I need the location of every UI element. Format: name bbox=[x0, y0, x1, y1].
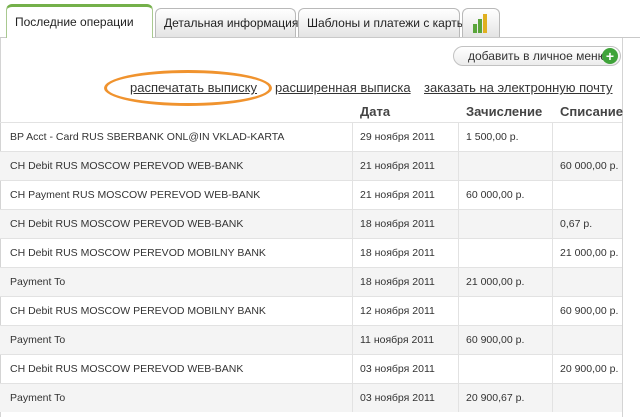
cell-date: 11 ноября 2011 bbox=[360, 334, 435, 346]
column-divider bbox=[552, 239, 553, 267]
cell-date: 21 ноября 2011 bbox=[360, 160, 435, 172]
tab-templates-payments[interactable]: Шаблоны и платежи с карты bbox=[298, 8, 465, 37]
column-divider bbox=[352, 268, 353, 296]
table-row[interactable]: Payment To 03 ноября 2011 20 900,67 р. bbox=[0, 383, 622, 412]
column-divider bbox=[552, 297, 553, 325]
column-divider bbox=[458, 152, 459, 180]
cell-description: BP Acct - Card RUS SBERBANK ONL@IN VKLAD… bbox=[10, 131, 285, 143]
column-divider bbox=[552, 326, 553, 354]
panel-right-border bbox=[622, 38, 623, 417]
column-divider bbox=[352, 297, 353, 325]
add-to-personal-menu-button[interactable]: добавить в личное меню + bbox=[453, 46, 621, 66]
column-divider bbox=[552, 384, 553, 412]
cell-date: 21 ноября 2011 bbox=[360, 189, 435, 201]
column-header-debit: Списание bbox=[560, 104, 623, 119]
table-row[interactable]: CH Debit RUS MOSCOW PEREVOD MOBILNY BANK… bbox=[0, 238, 622, 267]
cell-credit: 1 500,00 р. bbox=[466, 131, 519, 143]
column-divider bbox=[352, 355, 353, 383]
cell-description: CH Payment RUS MOSCOW PEREVOD WEB-BANK bbox=[10, 189, 261, 201]
column-divider bbox=[458, 355, 459, 383]
cell-description: Payment To bbox=[10, 392, 66, 404]
column-divider bbox=[552, 355, 553, 383]
table-row[interactable]: Payment To 11 ноября 2011 60 900,00 р. bbox=[0, 325, 622, 354]
table-row[interactable]: CH Debit RUS MOSCOW PEREVOD MOBILNY BANK… bbox=[0, 296, 622, 325]
cell-date: 18 ноября 2011 bbox=[360, 218, 435, 230]
column-divider bbox=[458, 123, 459, 151]
tab-strip: Последние операции Детальная информация … bbox=[0, 0, 640, 38]
cell-date: 18 ноября 2011 bbox=[360, 276, 435, 288]
column-divider bbox=[458, 181, 459, 209]
column-divider bbox=[552, 181, 553, 209]
table-row[interactable]: CH Debit RUS MOSCOW PEREVOD WEB-BANK 03 н… bbox=[0, 354, 622, 383]
cell-description: Payment To bbox=[10, 334, 66, 346]
column-divider bbox=[552, 268, 553, 296]
column-divider bbox=[458, 239, 459, 267]
cell-date: 12 ноября 2011 bbox=[360, 305, 435, 317]
table-row[interactable]: CH Debit RUS MOSCOW PEREVOD WEB-BANK 18 н… bbox=[0, 209, 622, 238]
bar-chart-icon bbox=[473, 13, 491, 33]
cell-debit: 60 900,00 р. bbox=[560, 305, 619, 317]
tab-recent-operations[interactable]: Последние операции bbox=[6, 4, 153, 38]
column-divider bbox=[552, 152, 553, 180]
column-header-credit: Зачисление bbox=[466, 104, 543, 119]
order-email-link[interactable]: заказать на электронную почту bbox=[424, 80, 613, 95]
cell-debit: 0,67 р. bbox=[560, 218, 593, 230]
cell-credit: 21 000,00 р. bbox=[466, 276, 525, 288]
cell-date: 18 ноября 2011 bbox=[360, 247, 435, 259]
column-divider bbox=[352, 123, 353, 151]
table-row[interactable]: Payment To 18 ноября 2011 21 000,00 р. bbox=[0, 267, 622, 296]
table-row[interactable]: CH Payment RUS MOSCOW PEREVOD WEB-BANK 21… bbox=[0, 180, 622, 209]
cell-description: CH Debit RUS MOSCOW PEREVOD WEB-BANK bbox=[10, 363, 244, 375]
column-header-date: Дата bbox=[360, 104, 391, 119]
cell-debit: 21 000,00 р. bbox=[560, 247, 619, 259]
add-button-label: добавить в личное меню bbox=[468, 49, 607, 63]
column-divider bbox=[458, 384, 459, 412]
table-row[interactable]: BP Acct - Card RUS SBERBANK ONL@IN VKLAD… bbox=[0, 122, 622, 151]
cell-date: 29 ноября 2011 bbox=[360, 131, 435, 143]
column-divider bbox=[458, 297, 459, 325]
cell-description: CH Debit RUS MOSCOW PEREVOD WEB-BANK bbox=[10, 218, 244, 230]
column-divider bbox=[352, 326, 353, 354]
cell-credit: 60 900,00 р. bbox=[466, 334, 525, 346]
cell-debit: 20 900,00 р. bbox=[560, 363, 619, 375]
cell-credit: 60 000,00 р. bbox=[466, 189, 525, 201]
print-statement-link[interactable]: распечатать выписку bbox=[130, 80, 257, 95]
tab-chart[interactable] bbox=[462, 8, 500, 37]
column-divider bbox=[352, 210, 353, 238]
column-divider bbox=[458, 326, 459, 354]
table-row[interactable]: CH Debit RUS MOSCOW PEREVOD WEB-BANK 21 н… bbox=[0, 151, 622, 180]
column-divider bbox=[458, 268, 459, 296]
plus-circle-icon: + bbox=[602, 48, 618, 64]
cell-description: CH Debit RUS MOSCOW PEREVOD MOBILNY BANK bbox=[10, 305, 266, 317]
column-divider bbox=[458, 210, 459, 238]
cell-date: 03 ноября 2011 bbox=[360, 363, 435, 375]
cell-description: CH Debit RUS MOSCOW PEREVOD WEB-BANK bbox=[10, 160, 244, 172]
column-divider bbox=[352, 239, 353, 267]
cell-credit: 20 900,67 р. bbox=[466, 392, 525, 404]
column-divider bbox=[352, 181, 353, 209]
column-divider bbox=[352, 152, 353, 180]
column-divider bbox=[552, 123, 553, 151]
cell-debit: 60 000,00 р. bbox=[560, 160, 619, 172]
cell-description: CH Debit RUS MOSCOW PEREVOD MOBILNY BANK bbox=[10, 247, 266, 259]
tab-detailed-info[interactable]: Детальная информация bbox=[155, 8, 298, 37]
cell-date: 03 ноября 2011 bbox=[360, 392, 435, 404]
column-divider bbox=[352, 384, 353, 412]
column-divider bbox=[552, 210, 553, 238]
cell-description: Payment To bbox=[10, 276, 66, 288]
extended-statement-link[interactable]: расширенная выписка bbox=[275, 80, 411, 95]
